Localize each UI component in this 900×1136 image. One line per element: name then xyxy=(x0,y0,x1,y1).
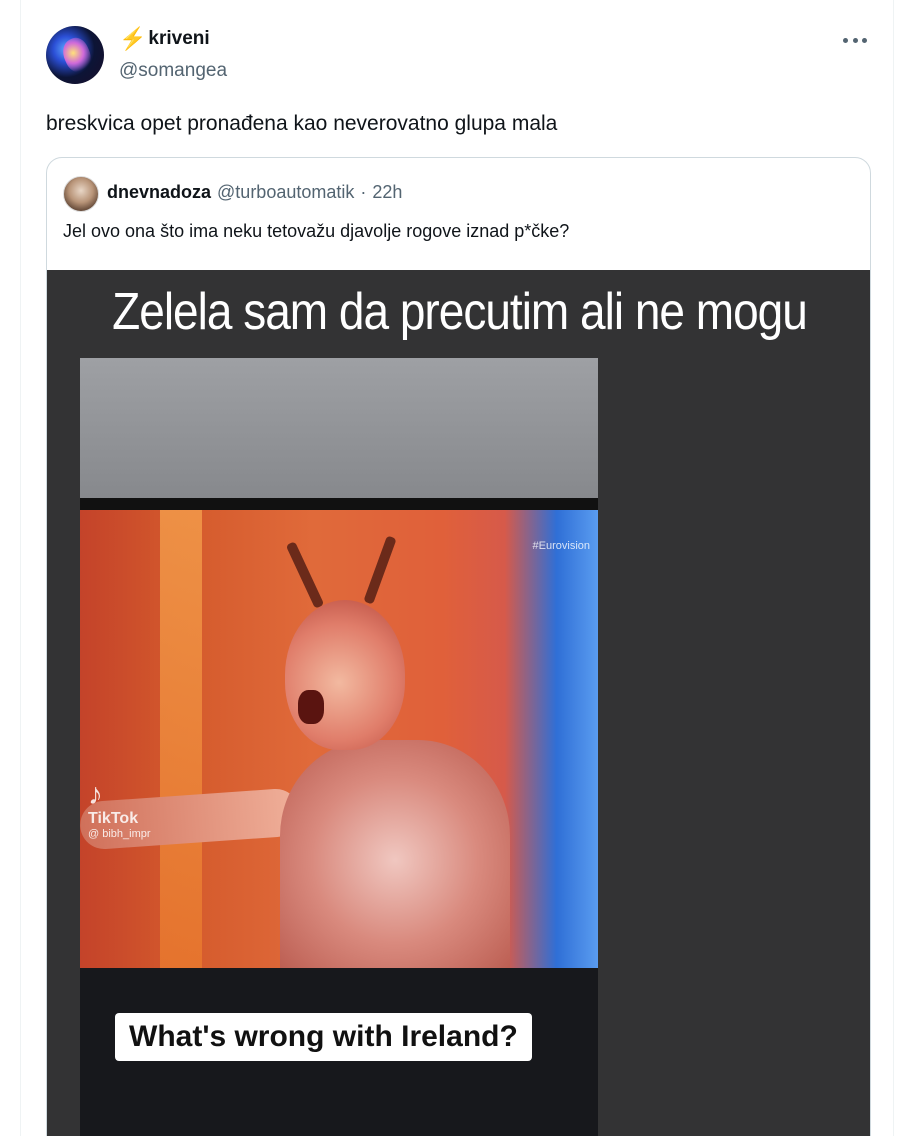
quoted-tweet-time[interactable]: 22h xyxy=(372,182,402,203)
quoted-author-handle[interactable]: @turboautomatik xyxy=(217,182,354,203)
author-handle[interactable]: @somangea xyxy=(119,60,227,82)
tv-bezel xyxy=(80,498,598,510)
tv-screen: #Eurovision ♪ TikTok @ bibh_impr xyxy=(80,510,598,968)
quoted-author-avatar[interactable] xyxy=(63,176,99,212)
more-options-icon[interactable] xyxy=(843,30,867,50)
tiktok-username: @ bibh_impr xyxy=(88,828,151,840)
tweet-card[interactable]: ⚡ kriveni @somangea breskvica opet prona… xyxy=(20,0,894,1136)
performer-mouth xyxy=(298,690,324,724)
tiktok-icon: ♪ xyxy=(88,778,103,811)
more-dot xyxy=(852,37,858,43)
separator-dot: · xyxy=(360,182,367,202)
horn-right xyxy=(363,535,397,605)
author-name-row[interactable]: ⚡ kriveni xyxy=(119,28,210,50)
media-caption-bottom: What's wrong with Ireland? xyxy=(115,1013,532,1061)
quoted-tweet-text: Jel ovo ona što ima neku tetovažu djavol… xyxy=(63,221,570,241)
tweet-text: breskvica opet pronađena kao neverovatno… xyxy=(46,112,558,135)
author-avatar[interactable] xyxy=(46,26,104,84)
broadcast-logo: #Eurovision xyxy=(532,540,590,552)
horn-left xyxy=(285,541,325,609)
author-display-name[interactable]: kriveni xyxy=(148,28,209,50)
tiktok-label: TikTok xyxy=(88,810,139,827)
tiktok-watermark: ♪ TikTok @ bibh_impr xyxy=(88,778,151,841)
quoted-author-display-name[interactable]: dnevnadoza xyxy=(107,182,211,203)
performer-body xyxy=(280,740,510,968)
quoted-tweet-media[interactable]: Zelela sam da precutim ali ne mogu #Euro… xyxy=(47,270,870,1136)
embedded-video-frame: #Eurovision ♪ TikTok @ bibh_impr What's … xyxy=(80,358,598,1136)
quoted-tweet-header: dnevnadoza @turboautomatik · 22h xyxy=(107,182,402,203)
wall-background xyxy=(80,358,598,508)
performer-head xyxy=(285,600,405,750)
quoted-tweet[interactable]: dnevnadoza @turboautomatik · 22h Jel ovo… xyxy=(46,157,871,1136)
lightning-icon: ⚡ xyxy=(119,26,147,51)
stage-light xyxy=(160,510,202,968)
more-dot xyxy=(862,37,867,43)
more-dot xyxy=(843,37,848,43)
media-caption-top: Zelela sam da precutim ali ne mogu xyxy=(112,281,808,341)
